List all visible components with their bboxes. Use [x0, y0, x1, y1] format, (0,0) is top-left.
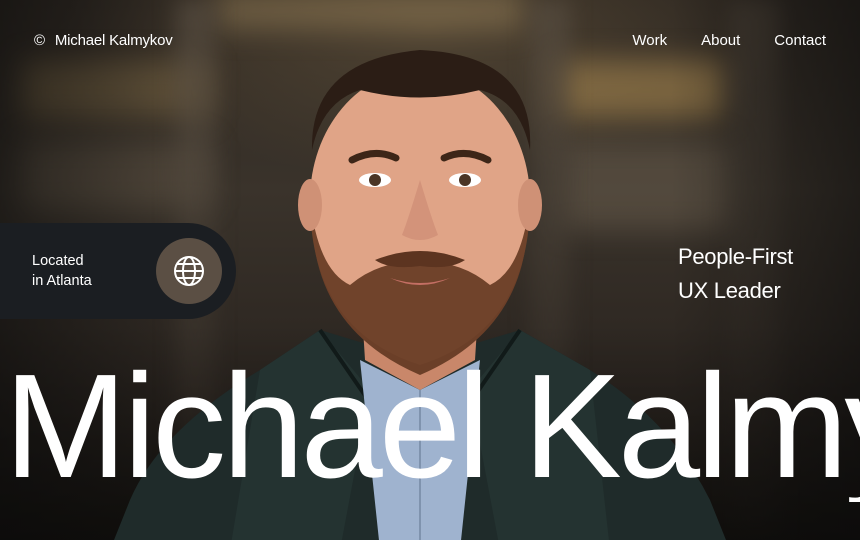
- nav-link-contact[interactable]: Contact: [774, 32, 826, 49]
- location-line-2: in Atlanta: [32, 273, 92, 289]
- tagline-line-2: UX Leader: [678, 278, 781, 303]
- brand-logo-link[interactable]: © Michael Kalmykov: [34, 32, 173, 49]
- globe-icon: [174, 256, 204, 286]
- globe-button[interactable]: [156, 238, 222, 304]
- location-line-1: Located: [32, 253, 84, 269]
- portfolio-page: © Michael Kalmykov Work About Contact Lo…: [0, 0, 860, 540]
- site-header: © Michael Kalmykov Work About Contact: [0, 0, 860, 80]
- tagline: People-First UX Leader: [678, 240, 793, 308]
- main-nav: Work About Contact: [632, 32, 826, 49]
- copyright-icon: ©: [34, 31, 45, 49]
- brand-name: Michael Kalmykov: [54, 31, 173, 49]
- tagline-line-1: People-First: [678, 244, 793, 269]
- location-text: Located in Atlanta: [32, 251, 152, 291]
- nav-link-about[interactable]: About: [701, 32, 740, 49]
- location-badge: Located in Atlanta: [0, 223, 236, 319]
- nav-link-work[interactable]: Work: [632, 32, 667, 49]
- hero-name-heading: Michael Kalmy: [4, 352, 860, 502]
